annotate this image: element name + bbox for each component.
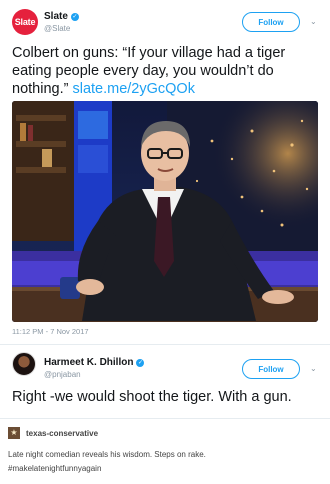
author-name-text[interactable]: Harmeet K. Dhillon <box>44 357 133 368</box>
username[interactable]: texas-conservative <box>26 429 98 438</box>
post-body: Late night comedian reveals his wisdom. … <box>8 450 206 459</box>
author-handle[interactable]: @pnjaban <box>44 370 81 379</box>
reply-tweet-card <box>0 344 330 418</box>
chevron-down-icon[interactable]: ⌄ <box>310 18 318 26</box>
author-handle[interactable]: @Slate <box>44 24 70 33</box>
follow-button[interactable]: Follow <box>242 359 300 379</box>
verified-badge-icon: ✓ <box>136 359 145 367</box>
tweet-link[interactable]: slate.me/2yGcQOk <box>72 81 194 97</box>
tweet-text: Right -we would shoot the tiger. With a … <box>12 389 292 405</box>
tweet-media-image[interactable] <box>12 101 318 322</box>
author-name[interactable]: Slate ✓ <box>44 11 79 22</box>
author-name[interactable]: Harmeet K. Dhillon ✓ <box>44 357 145 368</box>
chevron-down-icon[interactable]: ⌄ <box>310 365 318 373</box>
user-avatar[interactable]: ★ <box>8 427 20 439</box>
tweet-card: Slate Slate ✓ @Slate Follow ⌄ Colbert on … <box>0 0 330 340</box>
post-tag[interactable]: #makelatenightfunnyagain <box>8 464 101 473</box>
author-name-text[interactable]: Slate <box>44 11 68 22</box>
video-still-illustration <box>12 101 318 322</box>
verified-badge-icon: ✓ <box>70 13 79 21</box>
avatar[interactable]: Slate <box>12 9 38 35</box>
avatar[interactable] <box>12 352 36 376</box>
follow-button[interactable]: Follow <box>242 12 300 32</box>
tweet-text: Colbert on guns: “If your village had a … <box>12 44 322 98</box>
tweet-timestamp[interactable]: 11:12 PM - 7 Nov 2017 <box>12 327 89 336</box>
